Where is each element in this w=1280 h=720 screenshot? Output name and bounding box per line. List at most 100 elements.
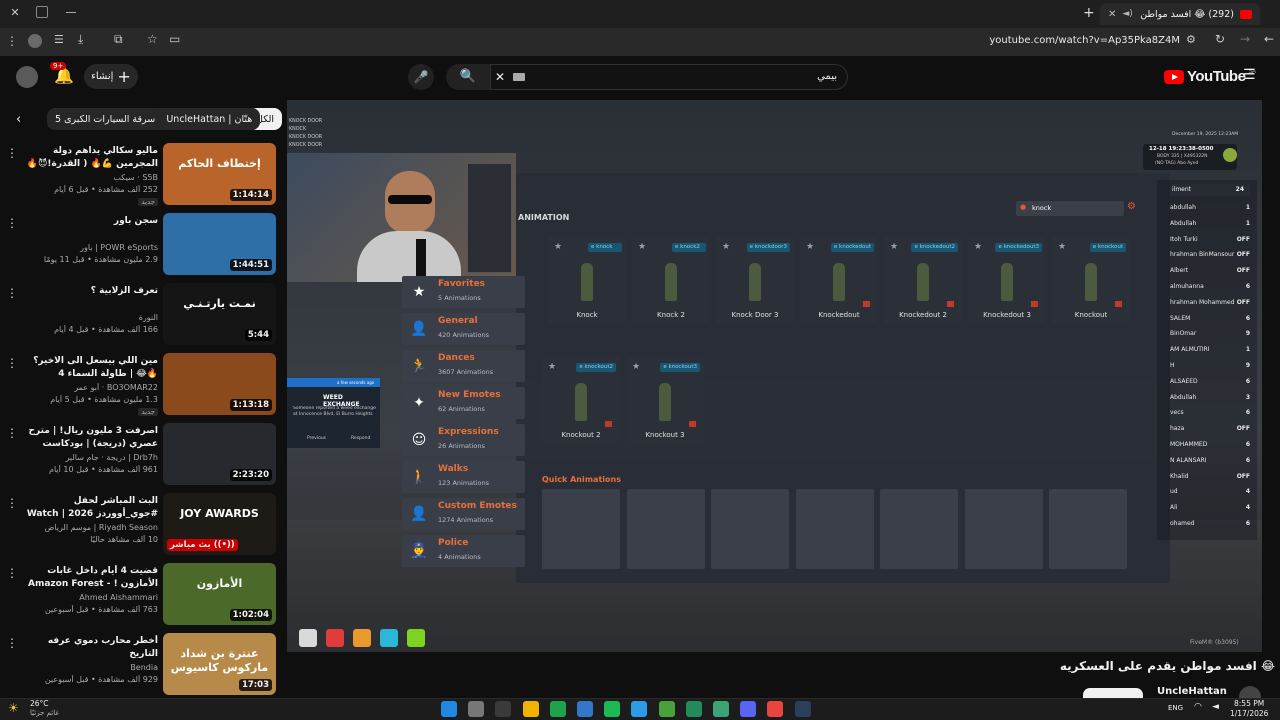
animation-card[interactable]: ★ e knockedout Knockedout [800, 237, 878, 323]
related-video[interactable]: 2:23:20 اصرفت 3 مليون ريال! | مترح عصري (… [0, 423, 285, 489]
quick-animation-slot[interactable] [880, 489, 958, 569]
channel-name[interactable]: Drb7h | دريجة · جام سالير [23, 453, 159, 462]
mail-icon[interactable] [577, 701, 593, 717]
video-title[interactable]: أخطر محارب دموي عرفه التاريخ [23, 635, 158, 661]
back-icon[interactable]: ← [1264, 32, 1274, 46]
youtube-logo[interactable]: YouTube SA [1164, 68, 1256, 85]
site-settings-icon[interactable]: ⚙ [1186, 33, 1196, 46]
animation-card[interactable]: ★ e knockout3 Knockout 3 [626, 357, 704, 443]
favorite-star-icon[interactable]: ★ [548, 362, 556, 372]
favorite-star-icon[interactable]: ★ [638, 242, 646, 252]
video-thumbnail[interactable]: 1:44:51 [163, 213, 276, 275]
cast-icon[interactable]: ▭ [169, 32, 180, 46]
edge-icon[interactable] [549, 701, 566, 717]
favorite-star-icon[interactable]: ★ [974, 242, 982, 252]
more-options-icon[interactable]: ⋮ [6, 215, 18, 231]
more-options-icon[interactable]: ⋮ [6, 635, 18, 651]
file-explorer-icon[interactable] [522, 701, 539, 717]
more-options-icon[interactable]: ⋮ [6, 565, 18, 581]
quick-animation-slot[interactable] [542, 489, 620, 569]
tab-audio-icon[interactable]: ◄) [1122, 9, 1132, 19]
video-thumbnail[interactable]: JOY AWARDS بث مباشر ((•)) [163, 493, 276, 555]
more-options-icon[interactable]: ⋮ [6, 285, 18, 301]
quick-animation-slot[interactable] [1049, 489, 1127, 569]
related-video[interactable]: الأمازون 1:02:04 قضيت 4 أيام داخل غابات ال… [0, 563, 285, 629]
keyboard-icon[interactable] [513, 73, 525, 81]
search-input[interactable]: بيمي [817, 71, 837, 82]
puzzle-icon[interactable]: ⧉ [114, 32, 123, 47]
settings-gear-icon[interactable]: ⚙ [1127, 201, 1136, 212]
video-thumbnail[interactable]: عنترة بن شداد ماركوس كاسيوس 17:03 [163, 633, 276, 695]
animation-card[interactable]: ★ e knock2 Knock 2 [632, 237, 710, 323]
video-title[interactable]: البث المباشر لحفل #جوي_أووردز 2026 | Wat… [23, 495, 158, 521]
browser-tab-active[interactable]: ✕ ◄) (292) 😂 افسد مواطن يقدم [1100, 3, 1260, 25]
new-tab-button[interactable]: + [1083, 5, 1095, 21]
language-indicator[interactable]: ENG [1168, 704, 1183, 712]
guide-menu-icon[interactable]: ☰ [1243, 67, 1256, 83]
more-options-icon[interactable]: ⋮ [6, 425, 18, 441]
video-thumbnail[interactable]: 1:13:18 [163, 353, 276, 415]
quick-animation-slot[interactable] [711, 489, 789, 569]
animation-card[interactable]: ★ e knock Knock [548, 237, 626, 323]
forward-icon[interactable]: → [1240, 32, 1250, 46]
category-police[interactable]: 👮 Police 4 Animations [402, 535, 525, 567]
channel-name[interactable]: POWR eSports | باور [23, 243, 158, 252]
category-new-emotes[interactable]: ✦ New Emotes 62 Animations [402, 387, 525, 419]
video-thumbnail[interactable]: نمـت يارتـنـي 5:44 [163, 283, 276, 345]
reload-icon[interactable]: ↻ [1215, 32, 1225, 46]
favorite-star-icon[interactable]: ★ [1058, 242, 1066, 252]
video-thumbnail[interactable]: إختطاف الحاكم 1:14:14 [163, 143, 276, 205]
more-options-icon[interactable]: ⋮ [6, 145, 18, 161]
video-title[interactable]: مين اللي بيسعل الى الاخير؟ 🔥😂 | طاولة ال… [23, 355, 158, 381]
animation-card[interactable]: ★ e knockdoor3 Knock Door 3 [716, 237, 794, 323]
window-close-button[interactable]: ✕ [8, 6, 22, 20]
video-title[interactable]: تعرف الزلابية ؟ [23, 285, 158, 298]
create-button[interactable]: إنشاء + [84, 64, 138, 89]
more-options-icon[interactable]: ⋮ [6, 355, 18, 371]
channel-name[interactable]: S5B · سيكب [23, 173, 158, 182]
tray-volume-icon[interactable]: ◄ [1212, 702, 1219, 712]
related-video[interactable]: نمـت يارتـنـي 5:44 تعرف الزلابية ؟ النورة 16… [0, 283, 285, 349]
video-thumbnail[interactable]: الأمازون 1:02:04 [163, 563, 276, 625]
window-maximize-button[interactable] [36, 6, 48, 18]
more-options-icon[interactable]: ⋮ [6, 495, 18, 511]
category-general[interactable]: 👤 General 420 Animations [402, 313, 525, 345]
spotify-icon[interactable] [604, 701, 621, 717]
animation-card[interactable]: ★ e knockedout2 Knockedout 2 [884, 237, 962, 323]
quick-animation-slot[interactable] [626, 489, 705, 569]
video-thumbnail[interactable]: 2:23:20 [163, 423, 276, 485]
clock-time[interactable]: 8:55 PM [1234, 699, 1264, 708]
extensions-icon[interactable]: ☰ [54, 33, 64, 46]
category-favorites[interactable]: ★ Favorites 5 Animations [402, 276, 525, 308]
bookmark-star-icon[interactable]: ☆ [147, 32, 158, 46]
video-title[interactable]: اصرفت 3 مليون ريال! | مترح عصري (دريجة) … [23, 425, 158, 451]
favorite-star-icon[interactable]: ★ [554, 242, 562, 252]
steam-icon[interactable] [794, 701, 811, 717]
related-video[interactable]: 1:13:18 مين اللي بيسعل الى الاخير؟ 🔥😂 | ط… [0, 353, 285, 419]
voice-search-button[interactable]: 🎤 [408, 64, 434, 90]
category-dances[interactable]: 🏃 Dances 3607 Animations [402, 350, 525, 382]
xbox-icon[interactable] [713, 701, 729, 717]
weather-icon[interactable]: ☀ [8, 701, 19, 715]
channel-name[interactable]: UncleHattan [1157, 686, 1227, 697]
discord-icon[interactable] [740, 701, 757, 717]
favorite-star-icon[interactable]: ★ [722, 242, 730, 252]
respond-button[interactable]: Respond [351, 436, 370, 441]
app-icon[interactable] [631, 701, 648, 717]
channel-name[interactable]: BO3OMAR22 · أبو عمر [23, 383, 158, 392]
download-icon[interactable]: ⤓ [78, 32, 83, 47]
start-icon[interactable] [441, 701, 457, 717]
favorite-star-icon[interactable]: ★ [806, 242, 814, 252]
profile-icon[interactable] [28, 34, 42, 48]
minecraft-icon[interactable] [658, 701, 675, 717]
task-view-icon[interactable] [495, 701, 512, 717]
previous-button[interactable]: Previous [307, 436, 326, 441]
avatar[interactable] [16, 66, 38, 88]
window-minimize-button[interactable] [66, 12, 76, 13]
related-video[interactable]: JOY AWARDS بث مباشر ((•)) البث المباشر لحف… [0, 493, 285, 559]
search-box[interactable]: ✕ بيمي [490, 64, 848, 90]
favorite-star-icon[interactable]: ★ [890, 242, 898, 252]
channel-name[interactable]: النورة [23, 313, 158, 322]
clock-date[interactable]: 1/17/2026 [1230, 709, 1268, 718]
quick-animation-slot[interactable] [964, 489, 1043, 569]
